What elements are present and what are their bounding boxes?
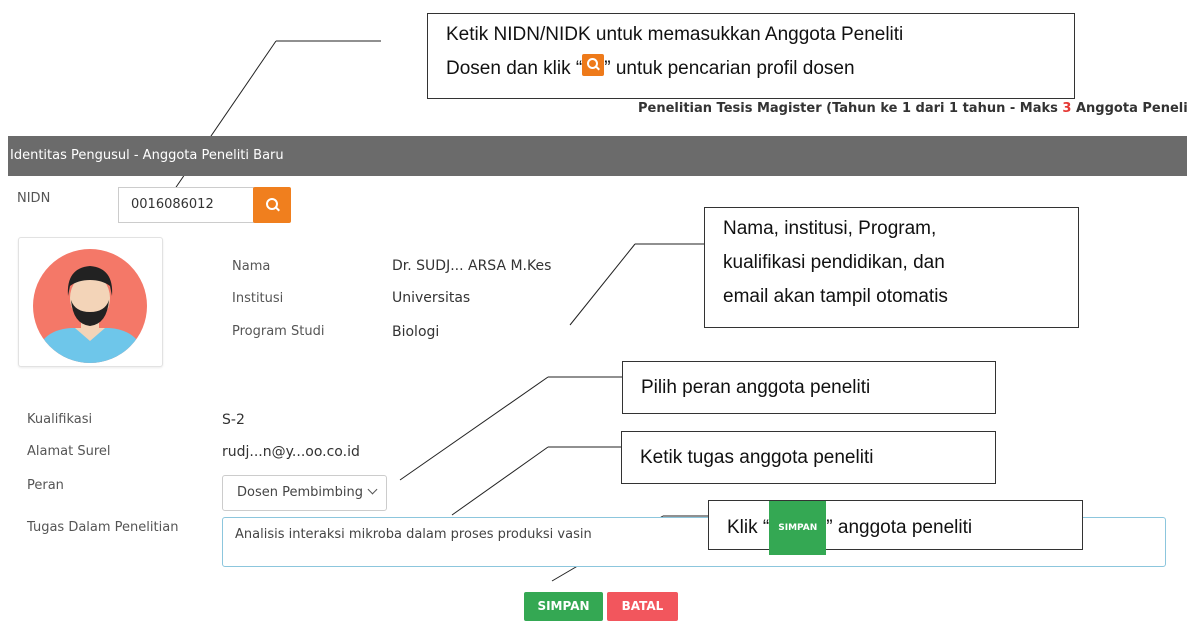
peran-value: Dosen Pembimbing	[237, 485, 364, 500]
callout-autofill-line2: kualifikasi pendidikan, dan	[723, 252, 945, 273]
scheme-info: Penelitian Tesis Magister (Tahun ke 1 da…	[638, 101, 1187, 116]
institusi-value: Universitas	[392, 290, 471, 306]
callout-peran: Pilih peran anggota peneliti	[622, 361, 996, 414]
callout-autofill-line1: Nama, institusi, Program,	[723, 218, 937, 239]
nidn-input[interactable]: 0016086012	[118, 187, 254, 223]
form-header: Identitas Pengusul - Anggota Peneliti Ba…	[8, 136, 1187, 176]
callout-simpan: Klik “SIMPAN” anggota peneliti	[708, 500, 1083, 555]
connector-tugas-diag	[451, 446, 549, 516]
search-button[interactable]	[253, 187, 291, 223]
callout-tugas: Ketik tugas anggota peneliti	[621, 431, 996, 484]
nama-value: Dr. SUDJ... ARSA M.Kes	[392, 258, 552, 274]
tugas-label: Tugas Dalam Penelitian	[27, 520, 179, 535]
user-avatar-icon	[33, 249, 147, 363]
chevron-down-icon	[367, 484, 378, 495]
callout-peran-text: Pilih peran anggota peneliti	[641, 377, 871, 398]
form-title: Identitas Pengusul - Anggota Peneliti Ba…	[10, 148, 284, 163]
simpan-chip: SIMPAN	[769, 501, 827, 555]
callout-search-line1: Ketik NIDN/NIDK untuk memasukkan Anggota…	[446, 24, 904, 45]
connector-peran-diag	[399, 376, 549, 481]
email-label: Alamat Surel	[27, 444, 111, 459]
email-value: rudj...n@y...oo.co.id	[222, 444, 360, 460]
nidn-label: NIDN	[17, 191, 51, 206]
kualifikasi-label: Kualifikasi	[27, 412, 93, 427]
peran-label: Peran	[27, 478, 64, 493]
institusi-label: Institusi	[232, 291, 284, 306]
search-icon	[582, 54, 605, 76]
kualifikasi-value: S-2	[222, 412, 245, 428]
callout-search: Ketik NIDN/NIDK untuk memasukkan Anggota…	[427, 13, 1075, 99]
avatar	[18, 237, 163, 367]
callout-autofill-line3: email akan tampil otomatis	[723, 286, 948, 307]
callout-tugas-text: Ketik tugas anggota peneliti	[640, 447, 874, 468]
simpan-button[interactable]: SIMPAN	[524, 592, 603, 621]
peran-select[interactable]: Dosen Pembimbing	[222, 475, 387, 511]
prodi-label: Program Studi	[232, 324, 325, 339]
prodi-value: Biologi	[392, 324, 440, 340]
nama-label: Nama	[232, 259, 271, 274]
batal-button[interactable]: BATAL	[607, 592, 678, 621]
callout-search-line2: Dosen dan klik “” untuk pencarian profil…	[446, 52, 1056, 86]
callout-autofill: Nama, institusi, Program, kualifikasi pe…	[704, 207, 1079, 328]
connector-auto-diag	[569, 243, 636, 326]
